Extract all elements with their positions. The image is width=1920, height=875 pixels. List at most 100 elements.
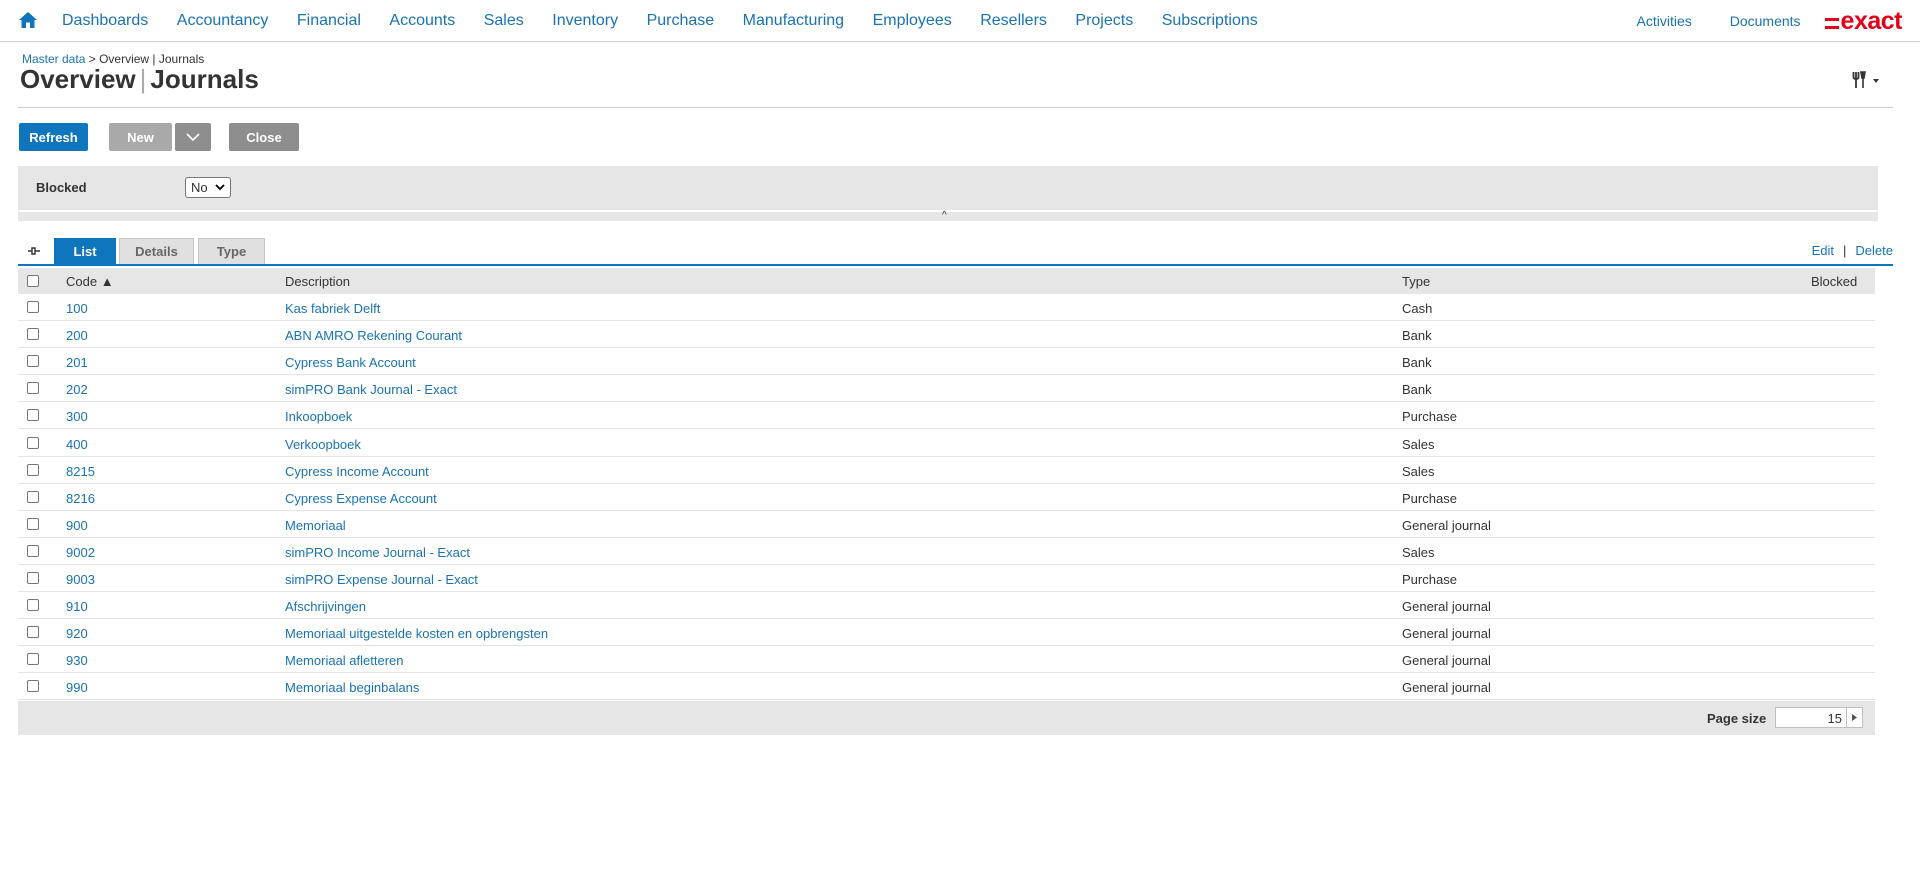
close-button[interactable]: Close bbox=[229, 123, 299, 151]
nav-documents[interactable]: Documents bbox=[1730, 13, 1801, 29]
row-description-link[interactable]: Memoriaal bbox=[285, 518, 346, 533]
table-row[interactable]: 900 Memoriaal General journal bbox=[18, 511, 1875, 538]
row-description-link[interactable]: Afschrijvingen bbox=[285, 599, 366, 614]
row-type: General journal bbox=[1402, 599, 1491, 615]
nav-projects[interactable]: Projects bbox=[1075, 12, 1133, 30]
row-checkbox[interactable] bbox=[27, 355, 39, 368]
row-checkbox[interactable] bbox=[27, 328, 39, 341]
row-code-link[interactable]: 930 bbox=[66, 653, 88, 668]
row-description-link[interactable]: ABN AMRO Rekening Courant bbox=[285, 328, 462, 343]
row-description-link[interactable]: simPRO Income Journal - Exact bbox=[285, 545, 470, 560]
row-checkbox[interactable] bbox=[27, 572, 39, 584]
table-row[interactable]: 990 Memoriaal beginbalans General journal bbox=[18, 673, 1875, 701]
table-row[interactable]: 201 Cypress Bank Account Bank bbox=[18, 348, 1875, 376]
row-description-link[interactable]: Inkoopboek bbox=[285, 409, 352, 424]
row-description-link[interactable]: simPRO Expense Journal - Exact bbox=[285, 572, 478, 587]
row-code-link[interactable]: 202 bbox=[66, 382, 88, 397]
table-header: Code ▲ Description Type Blocked bbox=[18, 268, 1875, 294]
tab-type[interactable]: Type bbox=[198, 238, 265, 264]
row-type: Sales bbox=[1402, 463, 1435, 479]
table-row[interactable]: 910 Afschrijvingen General journal bbox=[18, 592, 1875, 620]
row-description-link[interactable]: simPRO Bank Journal - Exact bbox=[285, 382, 457, 397]
row-description-link[interactable]: Cypress Expense Account bbox=[285, 491, 437, 506]
home-icon[interactable] bbox=[18, 10, 38, 30]
row-code-link[interactable]: 900 bbox=[66, 518, 88, 533]
row-description-link[interactable]: Memoriaal beginbalans bbox=[285, 680, 419, 695]
row-code-link[interactable]: 910 bbox=[66, 599, 88, 614]
row-code-link[interactable]: 9002 bbox=[66, 545, 95, 560]
table-row[interactable]: 9002 simPRO Income Journal - Exact Sales bbox=[18, 538, 1875, 565]
nav-manufacturing[interactable]: Manufacturing bbox=[743, 12, 844, 30]
nav-inventory[interactable]: Inventory bbox=[552, 12, 618, 30]
row-code-link[interactable]: 8216 bbox=[66, 491, 95, 506]
tab-details[interactable]: Details bbox=[119, 238, 194, 264]
table-row[interactable]: 8215 Cypress Income Account Sales bbox=[18, 457, 1875, 484]
nav-purchase[interactable]: Purchase bbox=[647, 12, 715, 30]
row-description-link[interactable]: Kas fabriek Delft bbox=[285, 301, 380, 316]
play-arrow-icon[interactable] bbox=[1846, 708, 1862, 727]
new-button[interactable]: New bbox=[109, 123, 172, 151]
delete-link[interactable]: Delete bbox=[1855, 243, 1893, 258]
row-code-link[interactable]: 990 bbox=[66, 680, 88, 695]
page-size-input[interactable]: 15 bbox=[1775, 707, 1863, 728]
table-row[interactable]: 8216 Cypress Expense Account Purchase bbox=[18, 484, 1875, 511]
row-description-link[interactable]: Verkoopboek bbox=[285, 437, 361, 452]
nav-accounts[interactable]: Accounts bbox=[389, 12, 455, 30]
nav-accountancy[interactable]: Accountancy bbox=[177, 12, 269, 30]
row-code-link[interactable]: 400 bbox=[66, 437, 88, 452]
row-code-link[interactable]: 201 bbox=[66, 355, 88, 370]
table-row[interactable]: 202 simPRO Bank Journal - Exact Bank bbox=[18, 375, 1875, 403]
table-row[interactable]: 930 Memoriaal afletteren General journal bbox=[18, 646, 1875, 674]
row-description-link[interactable]: Cypress Income Account bbox=[285, 464, 429, 479]
tools-icon[interactable] bbox=[1852, 70, 1882, 90]
row-type: Bank bbox=[1402, 382, 1432, 398]
edit-link[interactable]: Edit bbox=[1812, 243, 1834, 258]
exact-logo[interactable]: exact bbox=[1824, 7, 1903, 36]
table-row[interactable]: 920 Memoriaal uitgestelde kosten en opbre… bbox=[18, 619, 1875, 647]
refresh-button[interactable]: Refresh bbox=[19, 123, 88, 151]
table-row[interactable]: 400 Verkoopboek Sales bbox=[18, 430, 1875, 457]
row-code-link[interactable]: 8215 bbox=[66, 464, 95, 479]
row-checkbox[interactable] bbox=[27, 382, 39, 395]
nav-resellers[interactable]: Resellers bbox=[980, 12, 1047, 30]
nav-dashboards[interactable]: Dashboards bbox=[62, 12, 148, 30]
table-row[interactable]: 200 ABN AMRO Rekening Courant Bank bbox=[18, 321, 1875, 349]
table-row[interactable]: 9003 simPRO Expense Journal - Exact Purcha… bbox=[18, 565, 1875, 592]
new-dropdown-button[interactable] bbox=[175, 123, 211, 151]
pin-icon[interactable] bbox=[27, 244, 41, 258]
row-checkbox[interactable] bbox=[27, 463, 39, 476]
tab-list[interactable]: List bbox=[54, 238, 116, 264]
row-code-link[interactable]: 200 bbox=[66, 328, 88, 343]
nav-activities[interactable]: Activities bbox=[1637, 13, 1692, 29]
row-checkbox[interactable] bbox=[27, 653, 39, 666]
nav-subscriptions[interactable]: Subscriptions bbox=[1162, 12, 1258, 30]
row-checkbox[interactable] bbox=[27, 626, 39, 639]
row-checkbox[interactable] bbox=[27, 544, 39, 557]
nav-financial[interactable]: Financial bbox=[297, 12, 361, 30]
nav-employees[interactable]: Employees bbox=[873, 12, 952, 30]
row-checkbox[interactable] bbox=[27, 436, 39, 449]
row-code-link[interactable]: 9003 bbox=[66, 572, 95, 587]
row-description-link[interactable]: Cypress Bank Account bbox=[285, 355, 416, 370]
column-header-type[interactable]: Type bbox=[1402, 274, 1430, 289]
select-all-checkbox[interactable] bbox=[27, 275, 39, 287]
row-checkbox[interactable] bbox=[27, 599, 39, 612]
column-header-blocked[interactable]: Blocked bbox=[1811, 274, 1857, 289]
column-header-description[interactable]: Description bbox=[285, 274, 350, 289]
row-code-link[interactable]: 300 bbox=[66, 409, 88, 424]
nav-sales[interactable]: Sales bbox=[484, 12, 524, 30]
row-checkbox[interactable] bbox=[27, 680, 39, 693]
table-row[interactable]: 300 Inkoopboek Purchase bbox=[18, 402, 1875, 430]
row-code-link[interactable]: 920 bbox=[66, 626, 88, 641]
collapse-filter-bar[interactable]: ^ bbox=[18, 210, 1878, 221]
blocked-filter-select[interactable]: No bbox=[185, 177, 231, 198]
row-description-link[interactable]: Memoriaal uitgestelde kosten en opbrengs… bbox=[285, 626, 548, 641]
table-row[interactable]: 100 Kas fabriek Delft Cash bbox=[18, 294, 1875, 321]
row-description-link[interactable]: Memoriaal afletteren bbox=[285, 653, 404, 668]
row-checkbox[interactable] bbox=[27, 301, 39, 313]
row-checkbox[interactable] bbox=[27, 517, 39, 530]
row-checkbox[interactable] bbox=[27, 409, 39, 422]
column-header-code[interactable]: Code ▲ bbox=[66, 274, 114, 289]
row-code-link[interactable]: 100 bbox=[66, 301, 88, 316]
row-checkbox[interactable] bbox=[27, 490, 39, 503]
